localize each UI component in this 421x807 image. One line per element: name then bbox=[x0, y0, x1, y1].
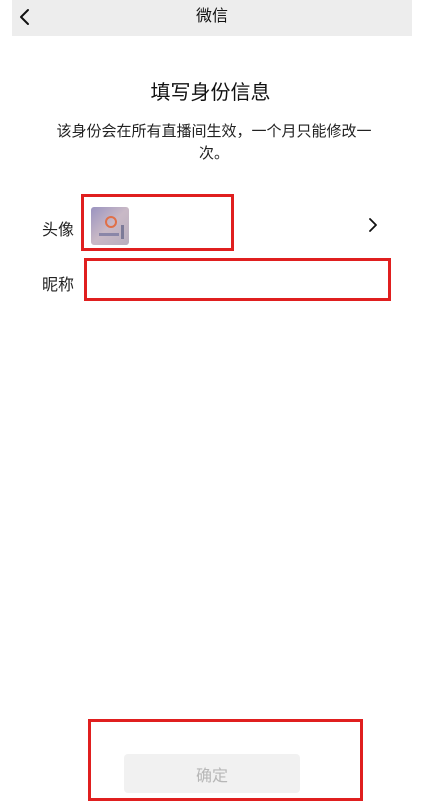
avatar-row[interactable]: 头像 bbox=[0, 196, 421, 252]
nickname-label: 昵称 bbox=[42, 275, 75, 294]
page-title: 填写身份信息 bbox=[150, 80, 271, 104]
avatar-label: 头像 bbox=[42, 220, 75, 239]
confirm-button[interactable]: 确定 bbox=[124, 754, 300, 793]
avatar[interactable] bbox=[91, 207, 129, 245]
nickname-row: 昵称 bbox=[0, 262, 421, 300]
page-description: 该身份会在所有直播间生效，一个月只能修改一次。 bbox=[56, 122, 372, 162]
top-navbar: 微信 bbox=[12, 0, 412, 36]
navbar-title: 微信 bbox=[195, 6, 228, 25]
chevron-right-icon bbox=[369, 218, 377, 232]
nickname-input[interactable] bbox=[88, 264, 390, 298]
